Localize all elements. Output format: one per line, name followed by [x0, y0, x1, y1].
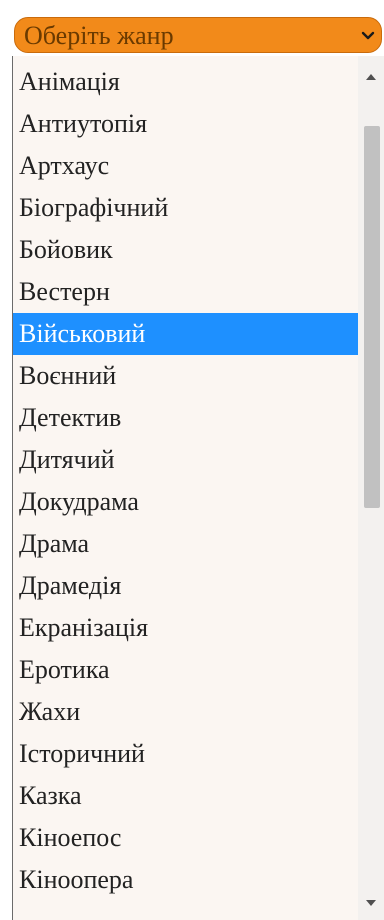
genre-option[interactable]: Біографічний	[13, 187, 358, 229]
genre-option[interactable]: Анімація	[13, 61, 358, 103]
genre-dropdown-list: Анімація Антиутопія Артхаус Біографічний…	[12, 56, 384, 920]
scroll-down-arrow-icon[interactable]	[365, 898, 377, 908]
genre-option[interactable]: Воєнний	[13, 355, 358, 397]
genre-option[interactable]: Вестерн	[13, 271, 358, 313]
genre-option[interactable]: Докудрама	[13, 481, 358, 523]
genre-option[interactable]: Драма	[13, 523, 358, 565]
genre-options: Анімація Антиутопія Артхаус Біографічний…	[13, 61, 358, 901]
dropdown-scrollbar[interactable]	[358, 56, 384, 920]
genre-select-label: Оберіть жанр	[24, 21, 174, 50]
genre-option[interactable]: Кіноопера	[13, 859, 358, 901]
scroll-up-arrow-icon[interactable]	[365, 72, 377, 82]
genre-option[interactable]: Жахи	[13, 691, 358, 733]
genre-option[interactable]: Артхаус	[13, 145, 358, 187]
genre-select[interactable]: Оберіть жанр	[14, 17, 382, 53]
genre-option[interactable]: Екранізація	[13, 607, 358, 649]
genre-option[interactable]: Історичний	[13, 733, 358, 775]
genre-option[interactable]: Антиутопія	[13, 103, 358, 145]
genre-option[interactable]: Казка	[13, 775, 358, 817]
genre-option[interactable]: Детектив	[13, 397, 358, 439]
scrollbar-thumb[interactable]	[364, 126, 380, 508]
chevron-down-icon	[361, 31, 375, 40]
genre-option[interactable]: Драмедія	[13, 565, 358, 607]
genre-option[interactable]: Кіноепос	[13, 817, 358, 859]
genre-option-selected[interactable]: Військовий	[13, 313, 358, 355]
genre-option[interactable]: Бойовик	[13, 229, 358, 271]
genre-option[interactable]: Еротика	[13, 649, 358, 691]
genre-option[interactable]: Дитячий	[13, 439, 358, 481]
